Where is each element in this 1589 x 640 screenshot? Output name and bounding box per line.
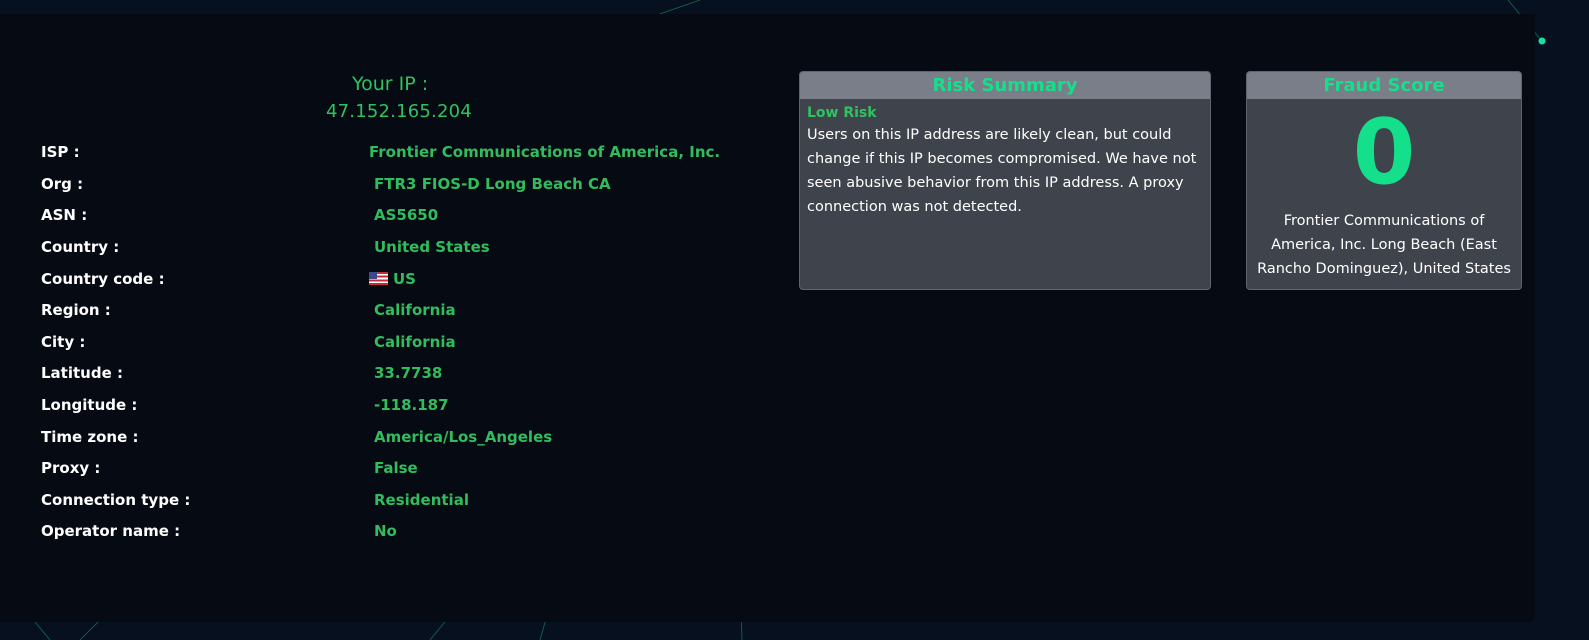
detail-key: Org : [41, 175, 84, 193]
detail-key: Latitude : [41, 364, 123, 382]
detail-row-latitude: Latitude : 33.7738 [41, 364, 761, 386]
detail-row-country-code: Country code : US [41, 270, 761, 292]
detail-key: ASN : [41, 206, 88, 224]
detail-value: False [374, 459, 418, 477]
detail-key: City : [41, 333, 86, 351]
detail-value: No [374, 522, 397, 540]
detail-value: 33.7738 [374, 364, 443, 382]
detail-value: Frontier Communications of America, Inc. [369, 143, 721, 161]
detail-row-time-zone: Time zone : America/Los_Angeles [41, 428, 761, 450]
detail-key: Region : [41, 301, 111, 319]
risk-summary-card: Risk Summary Low Risk Users on this IP a… [799, 71, 1211, 290]
detail-value: AS5650 [374, 206, 439, 224]
detail-key: Time zone : [41, 428, 139, 446]
detail-row-org: Org : FTR3 FIOS-D Long Beach CA [41, 175, 761, 197]
detail-row-isp: ISP : Frontier Communications of America… [41, 143, 761, 165]
detail-row-longitude: Longitude : -118.187 [41, 396, 761, 418]
risk-description: Users on this IP address are likely clea… [807, 127, 1197, 215]
detail-key: Proxy : [41, 459, 101, 477]
detail-row-operator-name: Operator name : No [41, 522, 761, 544]
detail-value: California [374, 333, 456, 351]
fraud-score-title: Fraud Score [1247, 72, 1521, 99]
detail-row-connection-type: Connection type : Residential [41, 491, 761, 513]
detail-value: California [374, 301, 456, 319]
fraud-score-value: 0 [1352, 100, 1416, 205]
ip-label: Your IP : [352, 73, 429, 95]
detail-key: Country : [41, 238, 120, 256]
detail-row-region: Region : California [41, 301, 761, 323]
detail-value: US [369, 270, 416, 288]
detail-row-proxy: Proxy : False [41, 459, 761, 481]
detail-row-city: City : California [41, 333, 761, 355]
detail-row-country: Country : United States [41, 238, 761, 260]
detail-key: Country code : [41, 270, 165, 288]
detail-key: Connection type : [41, 491, 191, 509]
ip-address-value: 47.152.165.204 [326, 101, 472, 122]
risk-summary-title: Risk Summary [800, 72, 1210, 99]
detail-value: FTR3 FIOS-D Long Beach CA [374, 175, 611, 193]
detail-key: Longitude : [41, 396, 138, 414]
fraud-score-card: Fraud Score 0 Frontier Communications of… [1246, 71, 1522, 290]
fraud-score-location: Frontier Communications of America, Inc.… [1257, 213, 1511, 277]
detail-value: United States [374, 238, 490, 256]
detail-value: America/Los_Angeles [374, 428, 553, 446]
country-code-value: US [393, 270, 416, 288]
detail-value: Residential [374, 491, 469, 509]
risk-level: Low Risk [807, 105, 877, 121]
detail-key: ISP : [41, 143, 80, 161]
detail-key: Operator name : [41, 522, 181, 540]
us-flag-icon [369, 272, 388, 285]
detail-row-asn: ASN : AS5650 [41, 206, 761, 228]
detail-value: -118.187 [374, 396, 449, 414]
